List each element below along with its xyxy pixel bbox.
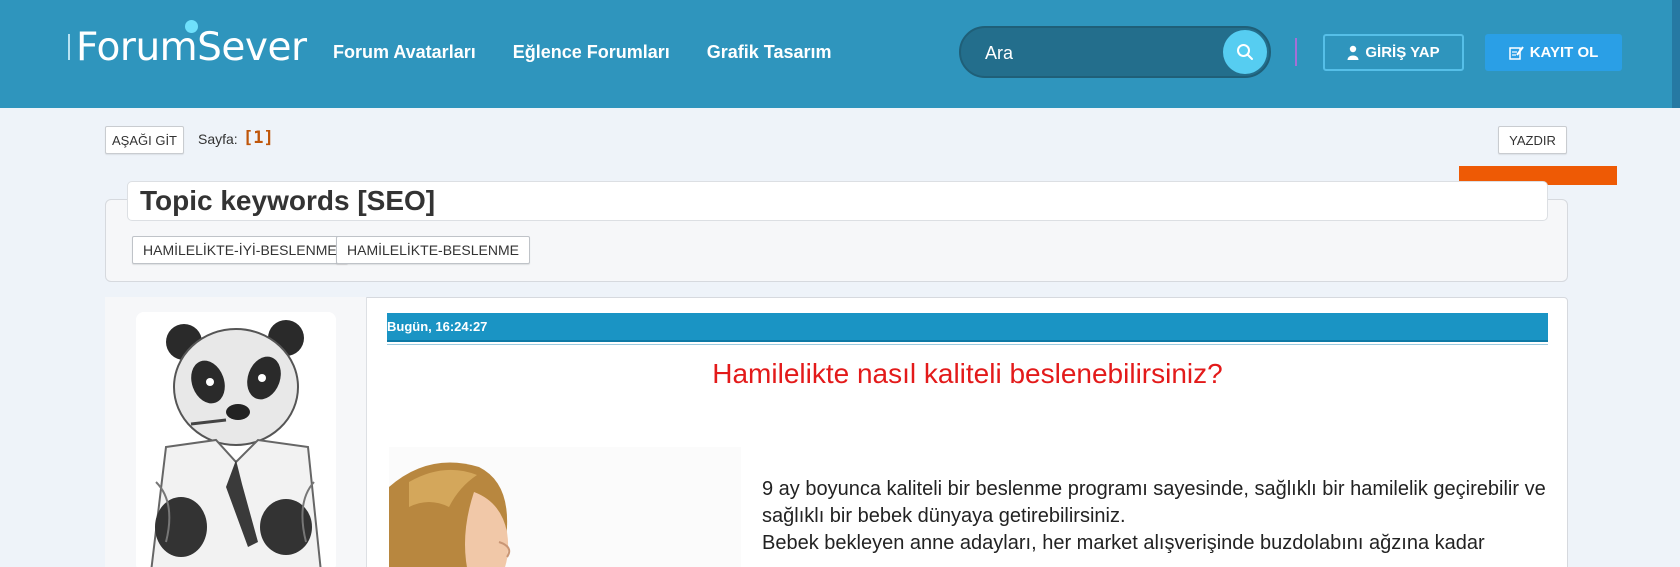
search-input[interactable]: [985, 40, 1195, 66]
post-paragraph: Bebek bekleyen anne adayları, her market…: [762, 532, 1485, 554]
post-date-underline: [387, 344, 1548, 345]
post-paragraph: 9 ay boyunca kaliteli bir beslenme progr…: [762, 478, 1546, 527]
woman-photo-icon: [389, 447, 741, 567]
register-label: KAYIT OL: [1529, 44, 1599, 61]
page-number[interactable]: [1]: [243, 128, 274, 148]
keyword-tag[interactable]: HAMİLELİKTE-BESLENME: [336, 236, 530, 264]
keyword-tag[interactable]: HAMİLELİKTE-İYİ-BESLENME: [132, 236, 348, 264]
panda-avatar-icon: [136, 312, 336, 567]
scrollbar-edge[interactable]: [1672, 0, 1680, 108]
login-label: GİRİŞ YAP: [1365, 44, 1440, 61]
register-button[interactable]: KAYIT OL: [1485, 34, 1622, 71]
search-icon: [1237, 44, 1253, 60]
nav-forum-avatarlari[interactable]: Forum Avatarları: [333, 42, 476, 63]
go-down-button[interactable]: AŞAĞI GİT: [105, 126, 184, 154]
user-icon: [1347, 45, 1359, 60]
search-button[interactable]: [1223, 30, 1267, 74]
header-divider: [1295, 38, 1297, 66]
page-label: Sayfa:: [198, 131, 238, 147]
print-button[interactable]: YAZDIR: [1498, 126, 1567, 154]
edit-icon: [1508, 45, 1524, 60]
logo-bar: [68, 34, 70, 60]
search-box: [959, 26, 1271, 78]
main-nav: Forum Avatarları Eğlence Forumları Grafi…: [333, 42, 832, 63]
nav-eglence-forumlari[interactable]: Eğlence Forumları: [513, 42, 670, 63]
post-date: Bugün, 16:24:27: [387, 319, 488, 334]
nav-grafik-tasarim[interactable]: Grafik Tasarım: [707, 42, 832, 63]
post-body: 9 ay boyunca kaliteli bir beslenme progr…: [762, 476, 1552, 557]
logo-dot-icon: [185, 20, 198, 33]
post-date-bar: [387, 313, 1548, 342]
keywords-title: Topic keywords [SEO]: [140, 185, 436, 216]
post-image: [389, 447, 741, 567]
post-title: Hamilelikte nasıl kaliteli beslenebilirs…: [712, 358, 1223, 389]
login-button[interactable]: GİRİŞ YAP: [1323, 34, 1464, 71]
avatar[interactable]: [136, 312, 336, 567]
